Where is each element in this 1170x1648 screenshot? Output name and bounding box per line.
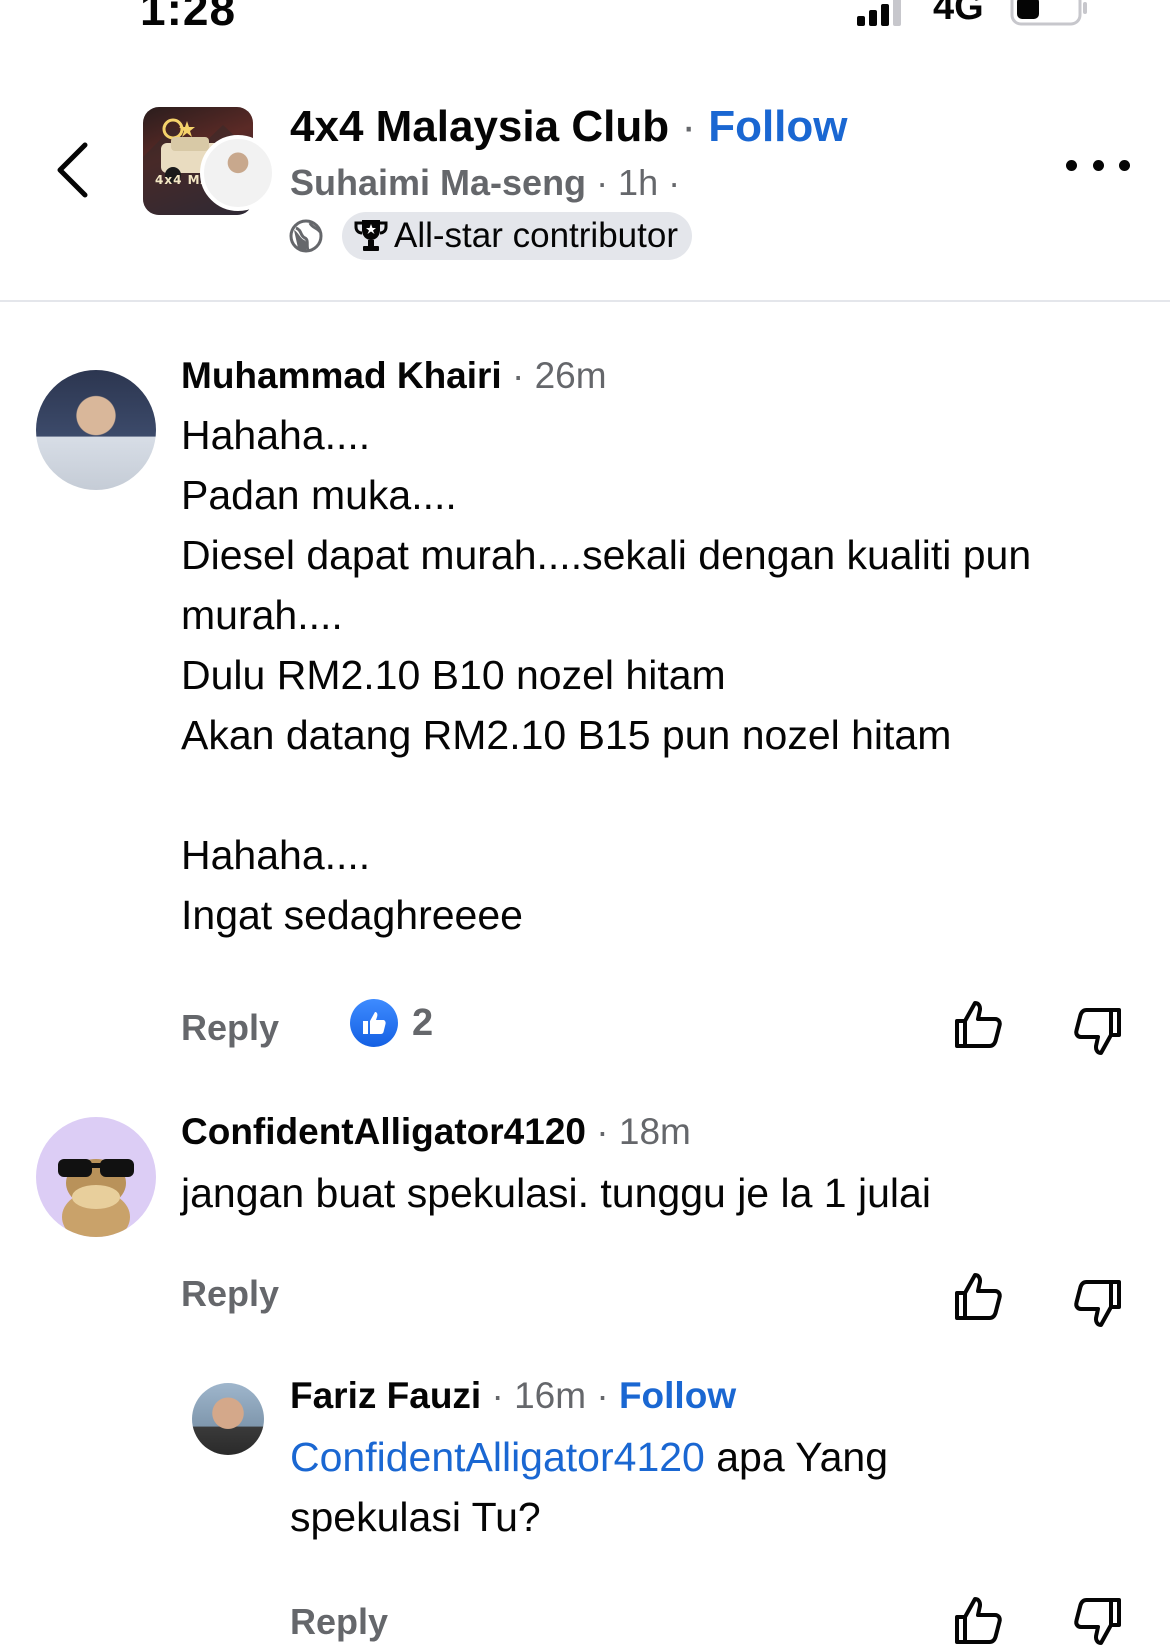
- poster-name[interactable]: Suhaimi Ma-seng: [290, 162, 586, 203]
- contributor-badge[interactable]: All-star contributor: [342, 212, 692, 260]
- status-bar: 1:28 4G: [0, 0, 1170, 40]
- more-dot: [1119, 159, 1130, 171]
- comment-text: jangan buat spekulasi. tunggu je la 1 ju…: [181, 1170, 931, 1216]
- badge-label: All-star contributor: [394, 216, 678, 255]
- reply-button[interactable]: Reply: [181, 1007, 279, 1049]
- globe-icon: [289, 219, 323, 253]
- more-dot: [1092, 159, 1104, 171]
- comment-time: · 26m: [501, 355, 607, 396]
- status-time: 1:28: [140, 0, 237, 35]
- group-title: 4x4 Malaysia Club · Follow: [290, 102, 848, 152]
- thumb-down-outline-icon[interactable]: [1072, 1595, 1124, 1647]
- battery-icon: [1010, 0, 1087, 26]
- follow-group-button[interactable]: Follow: [708, 102, 847, 151]
- thumb-down-outline-icon[interactable]: [1072, 1277, 1124, 1329]
- post-header: 4x4 MA CLU 4x4 Malaysia Club · Follow Su…: [0, 90, 1170, 302]
- avatar[interactable]: [36, 370, 156, 490]
- post-meta: · 1h ·: [586, 162, 681, 203]
- comment-item: Muhammad Khairi · 26m Hahaha.... Padan m…: [0, 355, 1170, 1055]
- reply-time: · 16m ·: [481, 1375, 619, 1416]
- group-name-link[interactable]: 4x4 Malaysia Club: [290, 102, 669, 151]
- avatar[interactable]: [192, 1383, 264, 1455]
- reply-text: ConfidentAlligator4120 apa Yang spekulas…: [290, 1427, 1010, 1547]
- reply-author-line: Fariz Fauzi · 16m · Follow: [290, 1375, 736, 1417]
- avatar[interactable]: [36, 1117, 156, 1237]
- alligator-avatar-image: [58, 1159, 134, 1237]
- comment-author: Muhammad Khairi · 26m: [181, 355, 607, 397]
- comment-author-name[interactable]: Muhammad Khairi: [181, 355, 502, 396]
- trophy-icon: [354, 220, 388, 251]
- reply-item: Fariz Fauzi · 16m · Follow ConfidentAlli…: [0, 1375, 1170, 1648]
- thumb-up-outline-icon[interactable]: [952, 1595, 1004, 1647]
- like-reaction-icon: [350, 999, 398, 1047]
- back-button[interactable]: [42, 130, 102, 210]
- follow-user-button[interactable]: Follow: [619, 1375, 736, 1416]
- reply-button[interactable]: Reply: [290, 1601, 388, 1643]
- poster-line: Suhaimi Ma-seng · 1h ·: [290, 162, 680, 204]
- reply-button[interactable]: Reply: [181, 1273, 279, 1315]
- title-separator: ·: [681, 102, 696, 151]
- network-type: 4G: [933, 0, 984, 28]
- more-options-button[interactable]: [1066, 150, 1130, 180]
- poster-avatar[interactable]: [200, 135, 276, 211]
- comment-item: ConfidentAlligator4120 · 18m jangan buat…: [0, 1111, 1170, 1327]
- thumb-up-outline-icon[interactable]: [952, 1271, 1004, 1323]
- more-dots-icon: [1066, 159, 1077, 171]
- thumb-up-outline-icon[interactable]: [952, 999, 1004, 1051]
- chevron-left-icon: [57, 142, 88, 198]
- reply-mention[interactable]: ConfidentAlligator4120: [290, 1434, 705, 1480]
- signal-icon: [857, 0, 901, 26]
- reaction-count: 2: [412, 1001, 434, 1044]
- comment-text: Hahaha.... Padan muka.... Diesel dapat m…: [181, 412, 1032, 938]
- thumb-down-outline-icon[interactable]: [1072, 1005, 1124, 1057]
- reaction-summary[interactable]: 2: [350, 999, 433, 1047]
- reply-author-name[interactable]: Fariz Fauzi: [290, 1375, 481, 1416]
